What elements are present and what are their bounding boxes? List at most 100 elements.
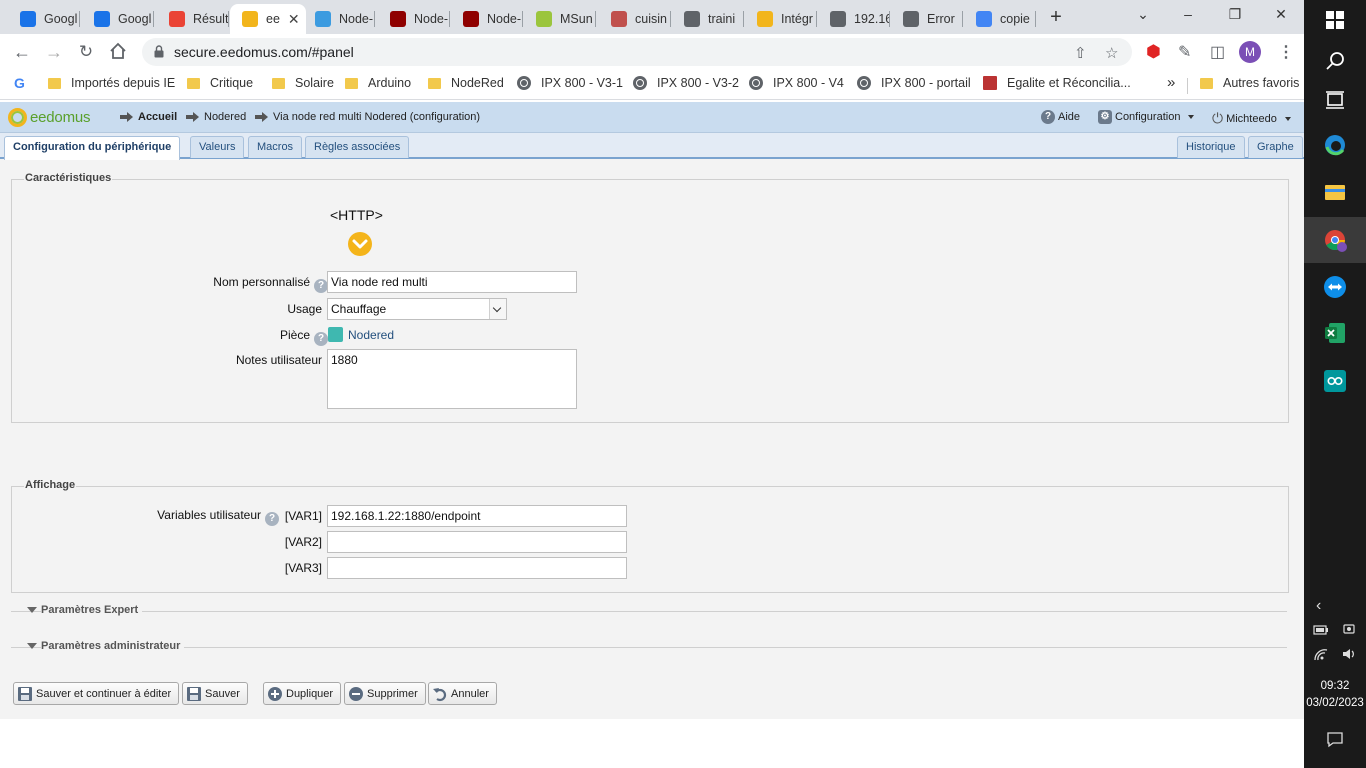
room-selector[interactable]: Nodered: [328, 327, 394, 342]
arrow-right-icon: [255, 112, 268, 122]
teamviewer-icon[interactable]: [1323, 275, 1347, 299]
tab-macros[interactable]: Macros: [248, 136, 303, 158]
home-icon[interactable]: [108, 42, 128, 62]
bookmark-item[interactable]: IPX 800 - V4: [749, 76, 844, 90]
forward-icon[interactable]: →: [44, 42, 64, 62]
side-panel-icon[interactable]: ◫: [1210, 42, 1225, 62]
help-icon[interactable]: ?: [314, 332, 328, 346]
admin-settings-toggle[interactable]: Paramètres administrateur: [11, 640, 1287, 654]
cancel-button[interactable]: Annuler: [428, 682, 497, 705]
browser-tab[interactable]: Node-: [303, 4, 375, 34]
user-menu[interactable]: ⏻ Michteedo: [1212, 110, 1291, 127]
chevron-left-icon[interactable]: ‹: [1316, 597, 1321, 615]
tab-history[interactable]: Historique: [1177, 136, 1245, 158]
chevron-down-icon[interactable]: [489, 299, 506, 319]
browser-tab[interactable]: copie: [964, 4, 1036, 34]
address-bar[interactable]: secure.eedomus.com/#panel ⇧ ☆: [142, 38, 1132, 66]
browser-menu-icon[interactable]: ⋮: [1278, 42, 1294, 62]
bookmarks-overflow-button[interactable]: »: [1167, 74, 1175, 91]
msunpv-icon: [536, 11, 552, 27]
globe-icon: [633, 76, 647, 90]
tab-configuration[interactable]: Configuration du périphérique: [4, 136, 181, 160]
browser-tab[interactable]: Googl: [8, 4, 80, 34]
browser-tab[interactable]: cuisin: [599, 4, 671, 34]
tab-rules[interactable]: Règles associées: [305, 136, 410, 158]
eedomus-logo[interactable]: eedomus: [8, 108, 91, 127]
notes-textarea[interactable]: 1880: [327, 349, 577, 409]
triangle-down-icon: [27, 643, 37, 649]
delete-button[interactable]: Supprimer: [344, 682, 426, 705]
share-icon[interactable]: ⇧: [1074, 44, 1087, 62]
google-bookmark-icon[interactable]: G: [14, 75, 25, 91]
help-icon[interactable]: ?: [265, 512, 279, 526]
wifi-icon[interactable]: [1313, 648, 1329, 662]
minimize-icon[interactable]: –: [1178, 6, 1198, 22]
breadcrumb-home[interactable]: Accueil: [120, 111, 177, 123]
other-bookmarks[interactable]: Autres favoris: [1200, 76, 1299, 90]
bookmark-item[interactable]: Importés depuis IE: [48, 76, 175, 90]
breadcrumb-room[interactable]: Nodered: [186, 111, 246, 123]
browser-tab[interactable]: Résult: [157, 4, 229, 34]
configuration-menu[interactable]: ⚙ Configuration: [1098, 110, 1195, 124]
name-input[interactable]: [327, 271, 577, 293]
duplicate-button[interactable]: Dupliquer: [263, 682, 342, 705]
var2-input[interactable]: [327, 531, 627, 553]
clock-time[interactable]: 09:32: [1304, 680, 1366, 692]
back-icon[interactable]: ←: [12, 42, 32, 62]
chevron-down-icon: [1284, 116, 1291, 121]
bookmark-item[interactable]: IPX 800 - V3-1: [517, 76, 623, 90]
bookmark-item[interactable]: Solaire: [272, 76, 334, 90]
url-text[interactable]: secure.eedomus.com/#panel: [174, 44, 354, 60]
excel-icon[interactable]: [1323, 321, 1347, 345]
tab-graph[interactable]: Graphe: [1248, 136, 1303, 158]
browser-tab[interactable]: Intégr: [745, 4, 817, 34]
notification-icon[interactable]: [1326, 730, 1344, 748]
save-button[interactable]: Sauver: [182, 682, 248, 705]
browser-tab[interactable]: Node-: [378, 4, 450, 34]
bookmark-item[interactable]: NodeRed: [428, 76, 504, 90]
usage-select[interactable]: Chauffage: [327, 298, 507, 320]
reload-icon[interactable]: ↻: [76, 42, 96, 62]
help-link[interactable]: ? Aide: [1041, 110, 1080, 124]
windows-start-icon[interactable]: [1323, 8, 1347, 32]
tab-values[interactable]: Valeurs: [190, 136, 245, 158]
browser-tab[interactable]: 192.16: [818, 4, 890, 34]
var1-input[interactable]: [327, 505, 627, 527]
extensions-puzzle-icon[interactable]: ✎: [1178, 42, 1191, 62]
tab-search-icon[interactable]: ⌄: [1133, 6, 1153, 23]
device-type-chevron-icon[interactable]: [347, 231, 373, 257]
restore-icon[interactable]: ❐: [1225, 6, 1245, 23]
file-explorer-icon[interactable]: [1323, 180, 1347, 204]
bookmark-item[interactable]: Egalite et Réconcilia...: [983, 76, 1131, 90]
browser-tab[interactable]: Googl: [82, 4, 154, 34]
var3-input[interactable]: [327, 557, 627, 579]
task-view-icon[interactable]: [1323, 88, 1347, 112]
expert-settings-toggle[interactable]: Paramètres Expert: [11, 604, 1287, 618]
profile-avatar[interactable]: M: [1239, 41, 1261, 63]
browser-tab[interactable]: MSun: [524, 4, 596, 34]
arduino-icon[interactable]: [1323, 369, 1347, 393]
bookmark-item[interactable]: Critique: [187, 76, 253, 90]
battery-icon[interactable]: [1313, 624, 1329, 636]
display-section: Affichage Variables utilisateur? [VAR1] …: [11, 479, 1289, 593]
camera-icon[interactable]: [1342, 622, 1356, 636]
search-icon[interactable]: [1323, 49, 1347, 73]
volume-icon[interactable]: [1341, 647, 1357, 661]
close-window-icon[interactable]: ✕: [1271, 6, 1291, 23]
browser-tab[interactable]: Node-: [451, 4, 523, 34]
bookmark-item[interactable]: IPX 800 - V3-2: [633, 76, 739, 90]
browser-tab[interactable]: ee ✕: [230, 4, 306, 34]
bookmark-item[interactable]: IPX 800 - portail: [857, 76, 971, 90]
browser-tab[interactable]: traini: [672, 4, 744, 34]
browser-tab[interactable]: Error: [891, 4, 963, 34]
edge-icon[interactable]: [1323, 133, 1347, 157]
help-icon[interactable]: ?: [314, 279, 328, 293]
new-tab-icon[interactable]: +: [1046, 6, 1066, 29]
close-tab-icon[interactable]: ✕: [288, 11, 300, 28]
opera-extension-icon[interactable]: ⬢: [1146, 42, 1161, 62]
save-continue-button[interactable]: Sauver et continuer à éditer: [13, 682, 180, 705]
bookmark-item[interactable]: Arduino: [345, 76, 411, 90]
bookmark-star-icon[interactable]: ☆: [1105, 44, 1118, 62]
chrome-icon[interactable]: [1323, 228, 1347, 252]
clock-date[interactable]: 03/02/2023: [1304, 697, 1366, 709]
